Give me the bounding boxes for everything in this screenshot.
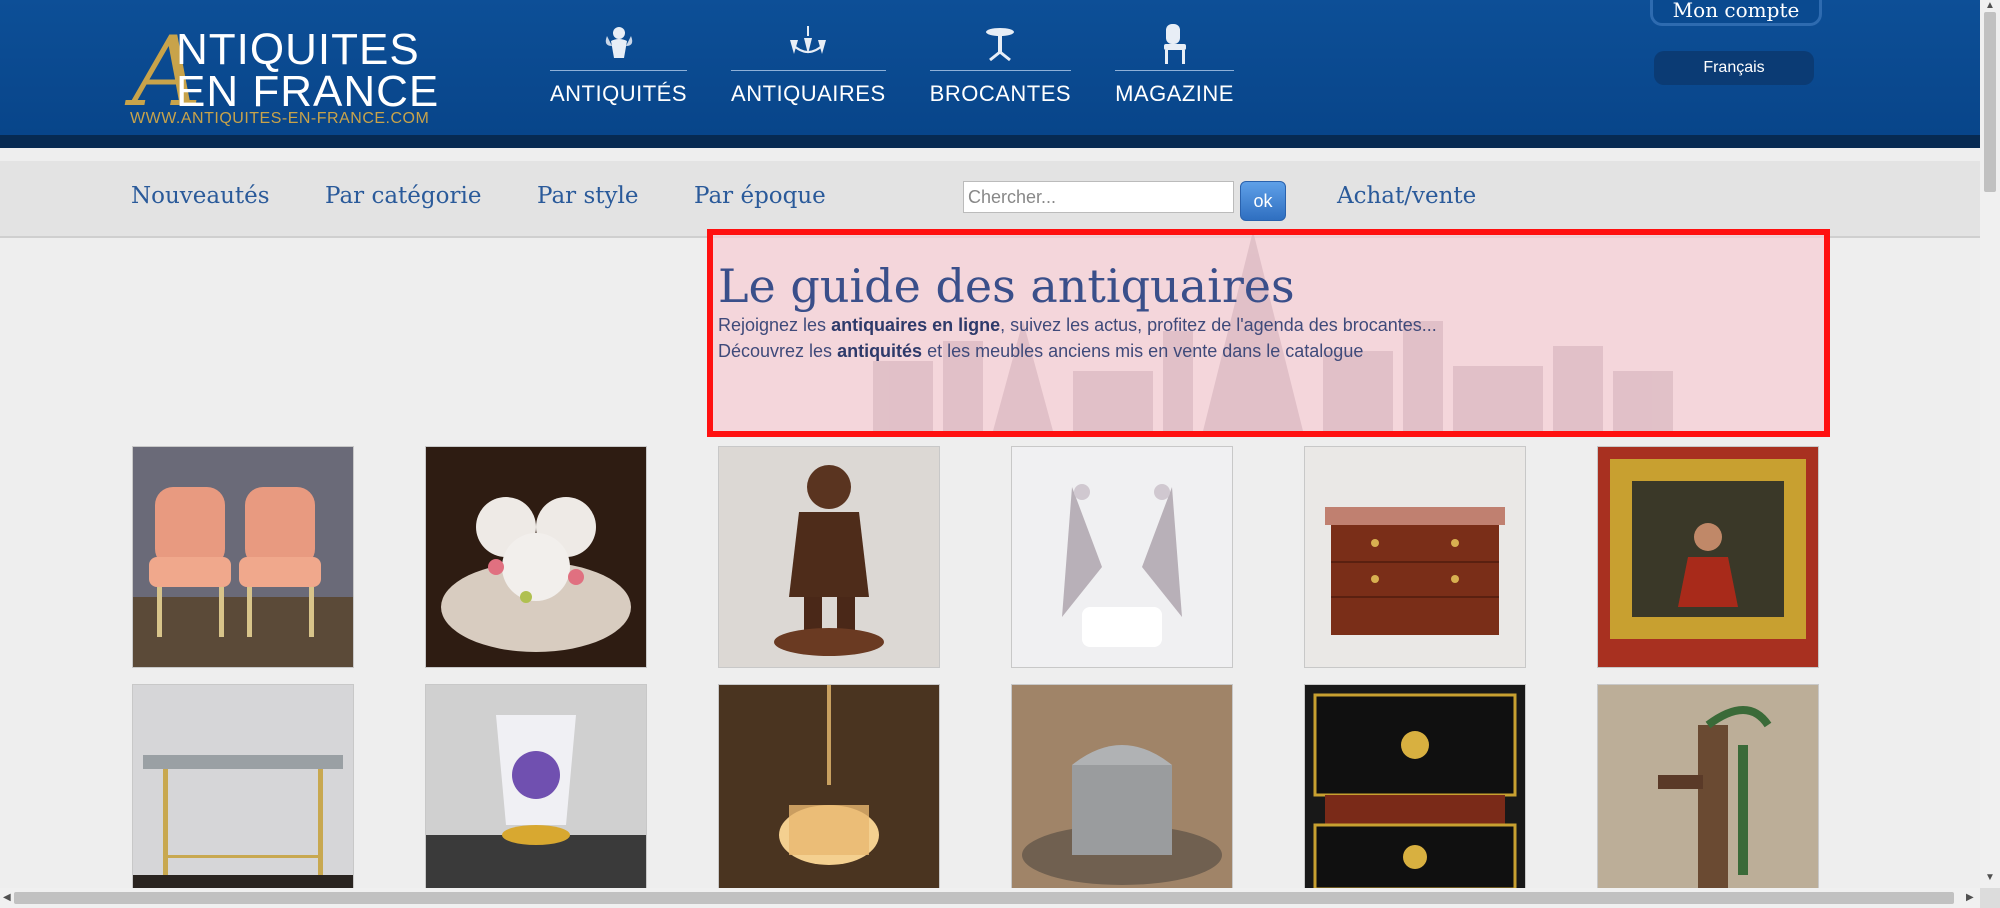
vertical-scroll-thumb[interactable] [1984, 12, 1996, 192]
chandelier-image [719, 685, 939, 889]
chandelier-icon [784, 22, 832, 66]
pedestal-table-icon [980, 22, 1020, 66]
cabinet-image [1305, 685, 1525, 891]
nav-label: ANTIQUAIRES [731, 81, 886, 106]
product-thumbnail-chandelier[interactable] [718, 684, 940, 906]
nav-magazine[interactable]: MAGAZINE [1115, 22, 1234, 107]
silver-box-image [1012, 685, 1232, 889]
statue-image [719, 447, 939, 667]
guide-link-antiquaires[interactable]: antiquaires en ligne [831, 315, 1000, 335]
vertical-scrollbar[interactable]: ▲ ▼ [1980, 0, 2000, 888]
guide-title: Le guide des antiquaires [718, 259, 1295, 313]
guide-link-antiquites[interactable]: antiquités [837, 341, 922, 361]
horizontal-scroll-thumb[interactable] [14, 892, 1954, 904]
site-logo[interactable]: A NTIQUITES EN FRANCE WWW.ANTIQUITES-EN-… [130, 20, 440, 132]
link-par-epoque[interactable]: Par époque [694, 183, 826, 209]
nav-label: ANTIQUITÉS [550, 81, 688, 106]
search-input[interactable] [963, 181, 1234, 213]
link-par-style[interactable]: Par style [537, 183, 638, 209]
product-thumbnail-pitcher[interactable] [425, 684, 647, 906]
painting-image [1598, 447, 1818, 667]
pitcher-image [426, 685, 646, 889]
commode-image [1305, 447, 1525, 667]
account-button[interactable]: Mon compte [1650, 0, 1822, 26]
logo-line1: NTIQUITES [176, 25, 420, 74]
nav-antiquaires[interactable]: ANTIQUAIRES [731, 22, 886, 107]
product-thumbnail-earrings[interactable] [1011, 446, 1233, 668]
guide-text: Rejoignez les [718, 315, 832, 335]
scroll-down-icon[interactable]: ▼ [1985, 872, 1995, 883]
guide-line-1: Rejoignez les antiquaires en ligne, suiv… [718, 315, 1437, 336]
product-thumbnail-painting[interactable] [1597, 446, 1819, 668]
guide-line-2: Découvrez les antiquités et les meubles … [718, 341, 1363, 362]
chair-icon [1155, 22, 1195, 66]
product-thumbnail-vases[interactable] [425, 446, 647, 668]
nav-antiquites[interactable]: ANTIQUITÉS [550, 22, 688, 107]
main-nav: ANTIQUITÉS ANTIQUAIRES BROCANTES MAGAZIN… [550, 22, 1234, 107]
product-thumbnail-commode[interactable] [1304, 446, 1526, 668]
product-thumbnail-console[interactable] [132, 684, 354, 906]
product-thumbnail-pump[interactable] [1597, 684, 1819, 906]
nav-divider [929, 70, 1072, 71]
guide-text: Découvrez les [718, 341, 838, 361]
scrollbar-corner [1980, 888, 2000, 908]
product-thumbnail-statue[interactable] [718, 446, 940, 668]
product-thumbnail-armchairs[interactable] [132, 446, 354, 668]
guide-banner: Le guide des antiquaires Rejoignez les a… [707, 229, 1830, 437]
scroll-right-icon[interactable]: ▶ [1966, 892, 1974, 903]
porcelain-image [426, 447, 646, 667]
console-image [133, 685, 353, 889]
cherub-icon [599, 22, 639, 66]
link-nouveautes[interactable]: Nouveautés [131, 183, 270, 209]
sub-nav: Nouveautés Par catégorie Par style Par é… [0, 161, 1980, 238]
language-selector[interactable]: Français [1654, 51, 1814, 85]
armchairs-image [133, 447, 353, 667]
product-thumbnail-cabinet[interactable] [1304, 684, 1526, 906]
nav-divider [550, 70, 688, 71]
earrings-image [1012, 447, 1232, 667]
site-header: A NTIQUITES EN FRANCE WWW.ANTIQUITES-EN-… [0, 0, 1980, 148]
nav-label: BROCANTES [929, 81, 1072, 106]
nav-label: MAGAZINE [1115, 81, 1234, 106]
scroll-up-icon[interactable]: ▲ [1985, 0, 1995, 11]
scroll-left-icon[interactable]: ◀ [3, 892, 11, 903]
logo-line2: EN FRANCE [176, 67, 440, 116]
guide-text: et les meubles anciens mis en vente dans… [922, 341, 1364, 361]
nav-divider [1115, 70, 1234, 71]
nav-divider [731, 70, 886, 71]
logo-url: WWW.ANTIQUITES-EN-FRANCE.COM [130, 110, 430, 127]
pump-image [1598, 685, 1818, 889]
guide-text: , suivez les actus, profitez de l'agenda… [1000, 315, 1437, 335]
search-ok-button[interactable]: ok [1240, 181, 1286, 221]
link-par-categorie[interactable]: Par catégorie [325, 183, 481, 209]
horizontal-scrollbar[interactable]: ◀ ▶ [0, 888, 1980, 908]
link-achat-vente[interactable]: Achat/vente [1337, 183, 1476, 209]
product-thumbnail-silver-box[interactable] [1011, 684, 1233, 906]
nav-brocantes[interactable]: BROCANTES [929, 22, 1072, 107]
